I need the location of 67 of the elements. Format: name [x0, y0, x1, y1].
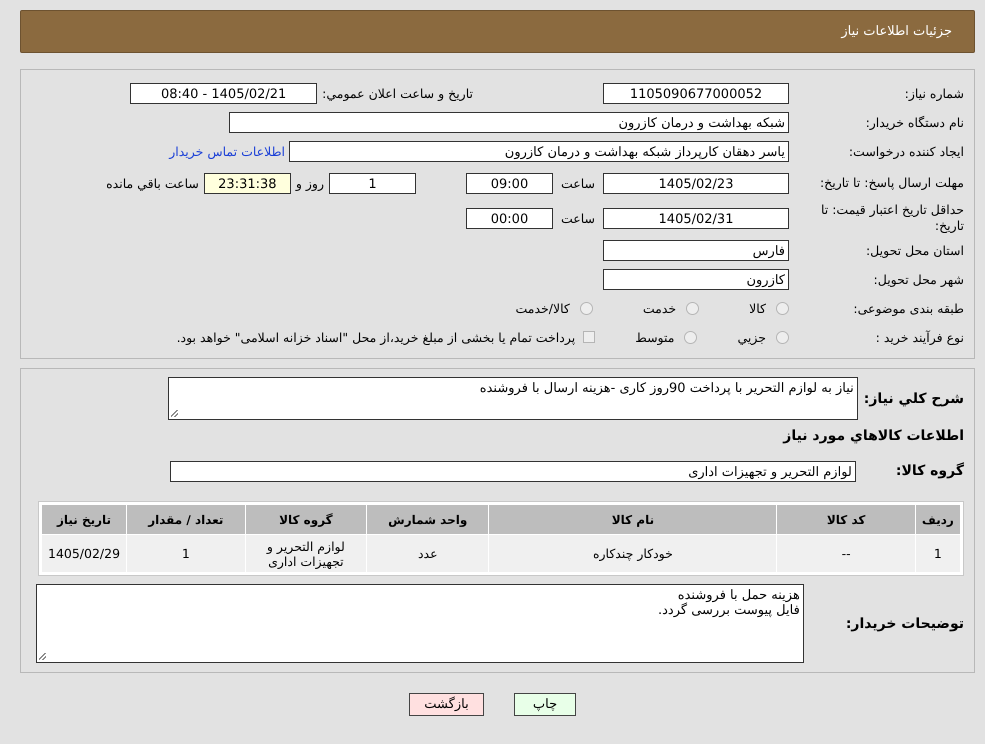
radio-button[interactable] [776, 302, 789, 314]
field-label: شرح کلي نیاز: [864, 390, 964, 408]
description-box[interactable]: نیاز به لوازم التحریر با پرداخت 90روز کاری -هزینه ارسال با فروشنده [168, 377, 858, 420]
text-field[interactable]: کازرون [603, 268, 789, 290]
field-label: شهر محل تحویل: [872, 272, 964, 286]
field-label: ساعت [560, 176, 595, 190]
table-cell: خودکار چندکاره [489, 535, 776, 572]
field-label: روز و [296, 176, 324, 190]
description-text: نیاز به لوازم التحریر با پرداخت 90روز کاری -هزینه ارسال با فروشنده [478, 381, 854, 396]
table-cell: 1 [916, 535, 960, 572]
resize-grip-icon[interactable] [38, 653, 46, 660]
text-field[interactable]: 1405/02/31 [603, 208, 789, 228]
column-header: تاریخ نیاز [42, 505, 126, 534]
section-title: اطلاعات کالاهاي مورد نیاز [783, 428, 964, 444]
text-field[interactable]: 1405/02/23 [603, 172, 789, 194]
field-label: ساعت [560, 210, 595, 226]
print-button[interactable]: چاپ [514, 693, 576, 716]
field-label: ساعت باقي مانده [106, 176, 199, 190]
field-label: گروه کالا: [896, 462, 964, 480]
notes-box[interactable]: هزینه حمل با فروشنده فایل پیوست بررسی گردد. [36, 584, 804, 663]
text-field[interactable]: 1405/02/21 - 08:40 [130, 82, 318, 104]
text-field[interactable]: 1 [328, 172, 416, 194]
radio-button[interactable] [684, 330, 698, 344]
text-field[interactable]: فارس [603, 240, 789, 260]
field-label: توضیحات خریدار: [846, 614, 964, 632]
resize-grip-icon[interactable] [170, 410, 178, 417]
table-cell: 1405/02/29 [42, 535, 126, 572]
table-cell: لوازم التحریر و تجهیزات اداری [246, 535, 366, 572]
option-label: جزيي [737, 330, 766, 344]
radio-button[interactable] [686, 302, 700, 314]
text-field[interactable]: یاسر دهقان کارپرداز شبکه بهداشت و درمان کازرون [289, 140, 789, 162]
column-header: تعداد / مقدار [127, 505, 245, 534]
column-header: ردیف [916, 505, 960, 534]
option-label: پرداخت تمام یا بخشی از مبلغ خرید،از محل "اسناد خزانه اسلامی" خواهد بود. [176, 330, 576, 344]
radio-button[interactable] [776, 330, 789, 344]
field-label: نام دستگاه خریدار: [864, 114, 964, 130]
field-label: مهلت ارسال پاسخ: تا تاریخ: [818, 175, 964, 191]
page-title: جزئیات اطلاعات نیاز [841, 24, 952, 39]
field-label: استان محل تحویل: [864, 242, 964, 258]
timer-field[interactable]: 23:31:38 [204, 172, 291, 194]
table-cell: عدد [367, 535, 488, 572]
field-label: طبقه بندی موضوعی: [852, 300, 964, 316]
field-label: حداقل تاریخ اعتبار قیمت: تا تاریخ: [820, 202, 964, 234]
text-field[interactable]: لوازم التحریر و تجهیزات اداری [170, 460, 856, 482]
text-field[interactable]: 1105090677000052 [603, 82, 789, 104]
column-header: واحد شمارش [367, 505, 488, 534]
option-label: کالا [749, 300, 766, 316]
checkbox[interactable] [583, 331, 596, 343]
column-header: نام کالا [489, 505, 776, 534]
back-button[interactable]: بازگشت [409, 693, 484, 716]
contact-link[interactable]: اطلاعات تماس خریدار [169, 144, 285, 158]
text-field[interactable]: 09:00 [466, 172, 553, 194]
notes-text: هزینه حمل با فروشنده فایل پیوست بررسی گردد. [657, 588, 800, 618]
table-cell: 1 [127, 535, 245, 572]
text-field[interactable]: شبکه بهداشت و درمان کازرون [229, 112, 789, 132]
option-label: خدمت [642, 300, 676, 316]
table-cell: -- [777, 535, 915, 572]
option-label: متوسط [635, 330, 674, 344]
field-label: شماره نیاز: [904, 86, 964, 100]
field-label: نوع فرآیند خرید : [874, 330, 964, 344]
text-field[interactable]: 00:00 [466, 208, 553, 228]
radio-button[interactable] [580, 302, 593, 314]
column-header: گروه کالا [246, 505, 366, 534]
column-header: کد کالا [777, 505, 915, 534]
field-label: تاریخ و ساعت اعلان عمومي: [322, 86, 473, 100]
option-label: کالا/خدمت [515, 300, 570, 316]
field-label: ایجاد کننده درخواست: [848, 144, 964, 158]
